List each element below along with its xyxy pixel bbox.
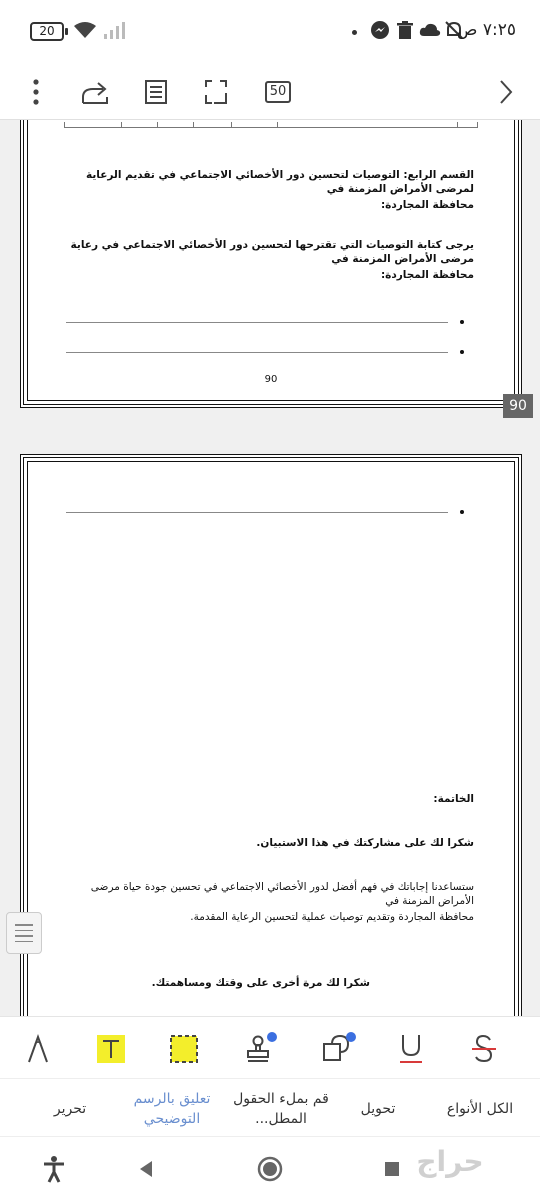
page-number-indicator: 50 bbox=[265, 81, 291, 103]
tab-all-types[interactable]: الكل الأنواع bbox=[430, 1085, 530, 1133]
bullet-dot bbox=[460, 350, 464, 354]
document-icon bbox=[145, 80, 167, 104]
battery-icon: 20 bbox=[30, 22, 68, 41]
shapes-icon bbox=[323, 1032, 356, 1061]
text-highlight-button[interactable] bbox=[93, 1031, 129, 1067]
underline-icon bbox=[400, 1035, 422, 1063]
battery-level: 20 bbox=[39, 24, 55, 38]
back-button[interactable] bbox=[486, 72, 526, 112]
clock: ٧:٢٥ ص bbox=[456, 20, 516, 40]
section4-title-cont: محافظة المجاردة: bbox=[380, 199, 474, 211]
cloud-icon bbox=[419, 23, 441, 36]
stamp-button[interactable] bbox=[243, 1031, 279, 1067]
fullscreen-button[interactable] bbox=[196, 72, 236, 112]
answer-line bbox=[66, 322, 448, 323]
top-toolbar: 50 bbox=[0, 64, 540, 120]
go-to-page-button[interactable]: 50 bbox=[258, 72, 298, 112]
home-circle-icon bbox=[257, 1156, 283, 1182]
area-highlight-button[interactable] bbox=[166, 1031, 202, 1067]
thumbnail-drawer-handle[interactable] bbox=[6, 912, 42, 954]
chevron-right-icon bbox=[500, 80, 513, 104]
fullscreen-icon bbox=[205, 80, 227, 104]
tab-annotate[interactable]: تعليق بالرسم التوضيحي bbox=[122, 1085, 222, 1133]
nav-home-button[interactable] bbox=[254, 1153, 286, 1185]
conclusion-paragraph-cont: محافظة المجاردة وتقديم توصيات عملية لتحس… bbox=[190, 911, 474, 923]
document-viewer[interactable]: القسم الرابع: التوصيات لتحسين دور الأخصا… bbox=[0, 120, 540, 1016]
wifi-icon bbox=[74, 22, 96, 38]
pdf-page-90: القسم الرابع: التوصيات لتحسين دور الأخصا… bbox=[20, 120, 522, 408]
bullet-dot bbox=[460, 510, 464, 514]
pen-tool-button[interactable] bbox=[20, 1031, 56, 1067]
reading-mode-button[interactable] bbox=[136, 72, 176, 112]
tab-fill-fields[interactable]: قم بملء الحقول المطل... bbox=[226, 1085, 336, 1133]
area-highlight-icon bbox=[170, 1035, 198, 1063]
mode-tabs: الكل الأنواع تحويل قم بملء الحقول المطل.… bbox=[0, 1078, 540, 1136]
request-text-cont: محافظة المجاردة: bbox=[380, 269, 474, 281]
text-highlight-icon bbox=[97, 1035, 125, 1063]
section4-title: القسم الرابع: التوصيات لتحسين دور الأخصا… bbox=[85, 169, 474, 195]
more-options-button[interactable] bbox=[16, 72, 56, 112]
status-bar: 20 ٧:٢٥ ص bbox=[0, 0, 540, 64]
table-remnant bbox=[64, 122, 478, 128]
share-icon bbox=[82, 82, 108, 104]
nav-back-button[interactable] bbox=[130, 1153, 162, 1185]
page-footer-number: 90 bbox=[264, 374, 278, 385]
notification-dot-icon bbox=[352, 30, 357, 35]
strikethrough-icon bbox=[472, 1034, 496, 1063]
final-thanks: شكرا لك مرة أخرى على وقتك ومساهمتك. bbox=[151, 977, 370, 989]
page-badge: 90 bbox=[503, 394, 533, 418]
stamp-icon bbox=[247, 1032, 277, 1062]
share-button[interactable] bbox=[76, 72, 116, 112]
accessibility-icon bbox=[44, 1156, 64, 1183]
answer-line bbox=[66, 512, 448, 513]
pdf-page-91: الخاتمة: شكرا لك على مشاركتك في هذا الاس… bbox=[20, 454, 522, 1016]
answer-line bbox=[66, 352, 448, 353]
more-vertical-icon bbox=[33, 79, 39, 105]
messenger-icon bbox=[371, 21, 389, 39]
haraj-watermark: حراج bbox=[416, 1145, 484, 1178]
underline-button[interactable] bbox=[393, 1031, 429, 1067]
conclusion-heading: الخاتمة: bbox=[433, 793, 474, 805]
strikethrough-button[interactable] bbox=[466, 1031, 502, 1067]
annotation-toolbar bbox=[0, 1016, 540, 1078]
system-nav-bar: حراج bbox=[0, 1136, 540, 1200]
tab-convert[interactable]: تحويل bbox=[340, 1085, 416, 1133]
shapes-button[interactable] bbox=[320, 1031, 356, 1067]
trash-icon bbox=[397, 21, 413, 39]
bullet-dot bbox=[460, 320, 464, 324]
thanks-text: شكرا لك على مشاركتك في هذا الاستبيان. bbox=[256, 837, 474, 849]
pen-icon bbox=[28, 1034, 48, 1063]
triangle-back-icon bbox=[140, 1161, 152, 1177]
conclusion-paragraph: ستساعدنا إجاباتك في فهم أفضل لدور الأخصا… bbox=[90, 881, 474, 907]
tab-edit[interactable]: تحرير bbox=[30, 1085, 110, 1133]
signal-icon bbox=[104, 22, 125, 39]
accessibility-button[interactable] bbox=[38, 1153, 70, 1185]
request-text: يرجى كتابة التوصيات التي تقترحها لتحسين … bbox=[70, 239, 474, 265]
